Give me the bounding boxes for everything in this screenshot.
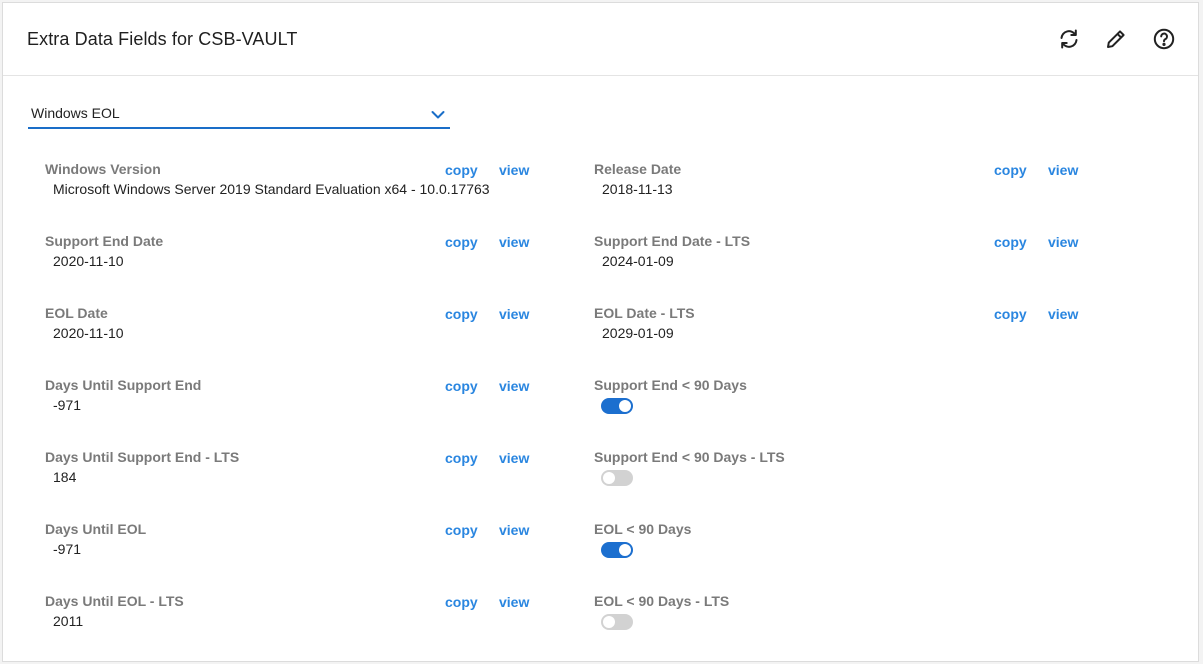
toggle-switch[interactable] [601,614,633,630]
field-days-until-eol: Days Until EOL -971 copy view [45,521,545,561]
page-title: Extra Data Fields for CSB-VAULT [27,29,298,49]
copy-link[interactable]: copy [445,162,478,178]
field-label: Days Until Support End - LTS [45,449,240,465]
field-label: Windows Version [45,161,161,177]
chevron-down-icon [431,111,445,119]
toggle-switch[interactable] [601,542,633,558]
refresh-icon [1060,29,1078,49]
copy-link[interactable]: copy [994,162,1027,178]
field-label: EOL < 90 Days - LTS [594,593,730,609]
field-value: 2020-11-10 [53,253,124,269]
copy-link[interactable]: copy [445,234,478,250]
field-value: 2024-01-09 [602,253,674,269]
field-label: Days Until EOL [45,521,147,537]
view-link[interactable]: view [499,450,529,466]
field-label: EOL Date - LTS [594,305,695,321]
copy-link[interactable]: copy [445,378,478,394]
field-eol-lt-90-days: EOL < 90 Days [594,521,994,565]
view-link[interactable]: view [499,594,529,610]
field-value: Microsoft Windows Server 2019 Standard E… [53,181,490,197]
field-value: -971 [53,541,82,557]
toggle-knob [619,544,631,556]
field-label: Support End Date [45,233,164,249]
toggle-knob [603,472,615,484]
help-button[interactable] [1150,25,1178,53]
field-label: EOL Date [45,305,108,321]
field-days-until-eol-lts: Days Until EOL - LTS 2011 copy view [45,593,545,633]
copy-link[interactable]: copy [445,522,478,538]
field-release-date: Release Date 2018-11-13 copy view [594,161,1094,201]
field-value: 2029-01-09 [602,325,674,341]
field-value: -971 [53,397,82,413]
view-link[interactable]: view [1048,234,1078,250]
refresh-button[interactable] [1055,25,1083,53]
field-label: Release Date [594,161,682,177]
view-link[interactable]: view [499,162,529,178]
copy-link[interactable]: copy [994,306,1027,322]
field-label: Days Until Support End [45,377,202,393]
help-icon [1153,28,1175,50]
extra-data-fields-panel: Extra Data Fields for CSB-VAULT Windows … [2,2,1199,662]
field-support-end-lt-90-days-lts: Support End < 90 Days - LTS [594,449,994,493]
field-label: EOL < 90 Days [594,521,692,537]
field-value: 2011 [53,613,84,629]
view-link[interactable]: view [499,306,529,322]
field-support-end-date: Support End Date 2020-11-10 copy view [45,233,545,273]
field-group-select[interactable]: Windows EOL [28,103,450,129]
field-days-until-support-end-lts: Days Until Support End - LTS 184 copy vi… [45,449,545,489]
field-value: 184 [53,469,77,485]
field-eol-date-lts: EOL Date - LTS 2029-01-09 copy view [594,305,1094,345]
field-label: Support End Date - LTS [594,233,751,249]
field-eol-lt-90-days-lts: EOL < 90 Days - LTS [594,593,994,637]
field-windows-version: Windows Version Microsoft Windows Server… [45,161,545,201]
copy-link[interactable]: copy [445,594,478,610]
copy-link[interactable]: copy [445,450,478,466]
panel-header: Extra Data Fields for CSB-VAULT [3,3,1198,76]
field-label: Support End < 90 Days [594,377,747,393]
view-link[interactable]: view [499,522,529,538]
select-value: Windows EOL [31,105,120,121]
toggle-knob [603,616,615,628]
field-support-end-lt-90-days: Support End < 90 Days [594,377,994,421]
view-link[interactable]: view [1048,162,1078,178]
view-link[interactable]: view [1048,306,1078,322]
edit-button[interactable] [1102,25,1130,53]
view-link[interactable]: view [499,234,529,250]
field-value: 2018-11-13 [602,181,673,197]
copy-link[interactable]: copy [994,234,1027,250]
field-eol-date: EOL Date 2020-11-10 copy view [45,305,545,345]
pencil-icon [1107,30,1125,48]
field-label: Days Until EOL - LTS [45,593,184,609]
field-support-end-date-lts: Support End Date - LTS 2024-01-09 copy v… [594,233,1094,273]
field-value: 2020-11-10 [53,325,124,341]
toggle-switch[interactable] [601,470,633,486]
toggle-switch[interactable] [601,398,633,414]
copy-link[interactable]: copy [445,306,478,322]
field-label: Support End < 90 Days - LTS [594,449,785,465]
toggle-knob [619,400,631,412]
view-link[interactable]: view [499,378,529,394]
field-days-until-support-end: Days Until Support End -971 copy view [45,377,545,417]
